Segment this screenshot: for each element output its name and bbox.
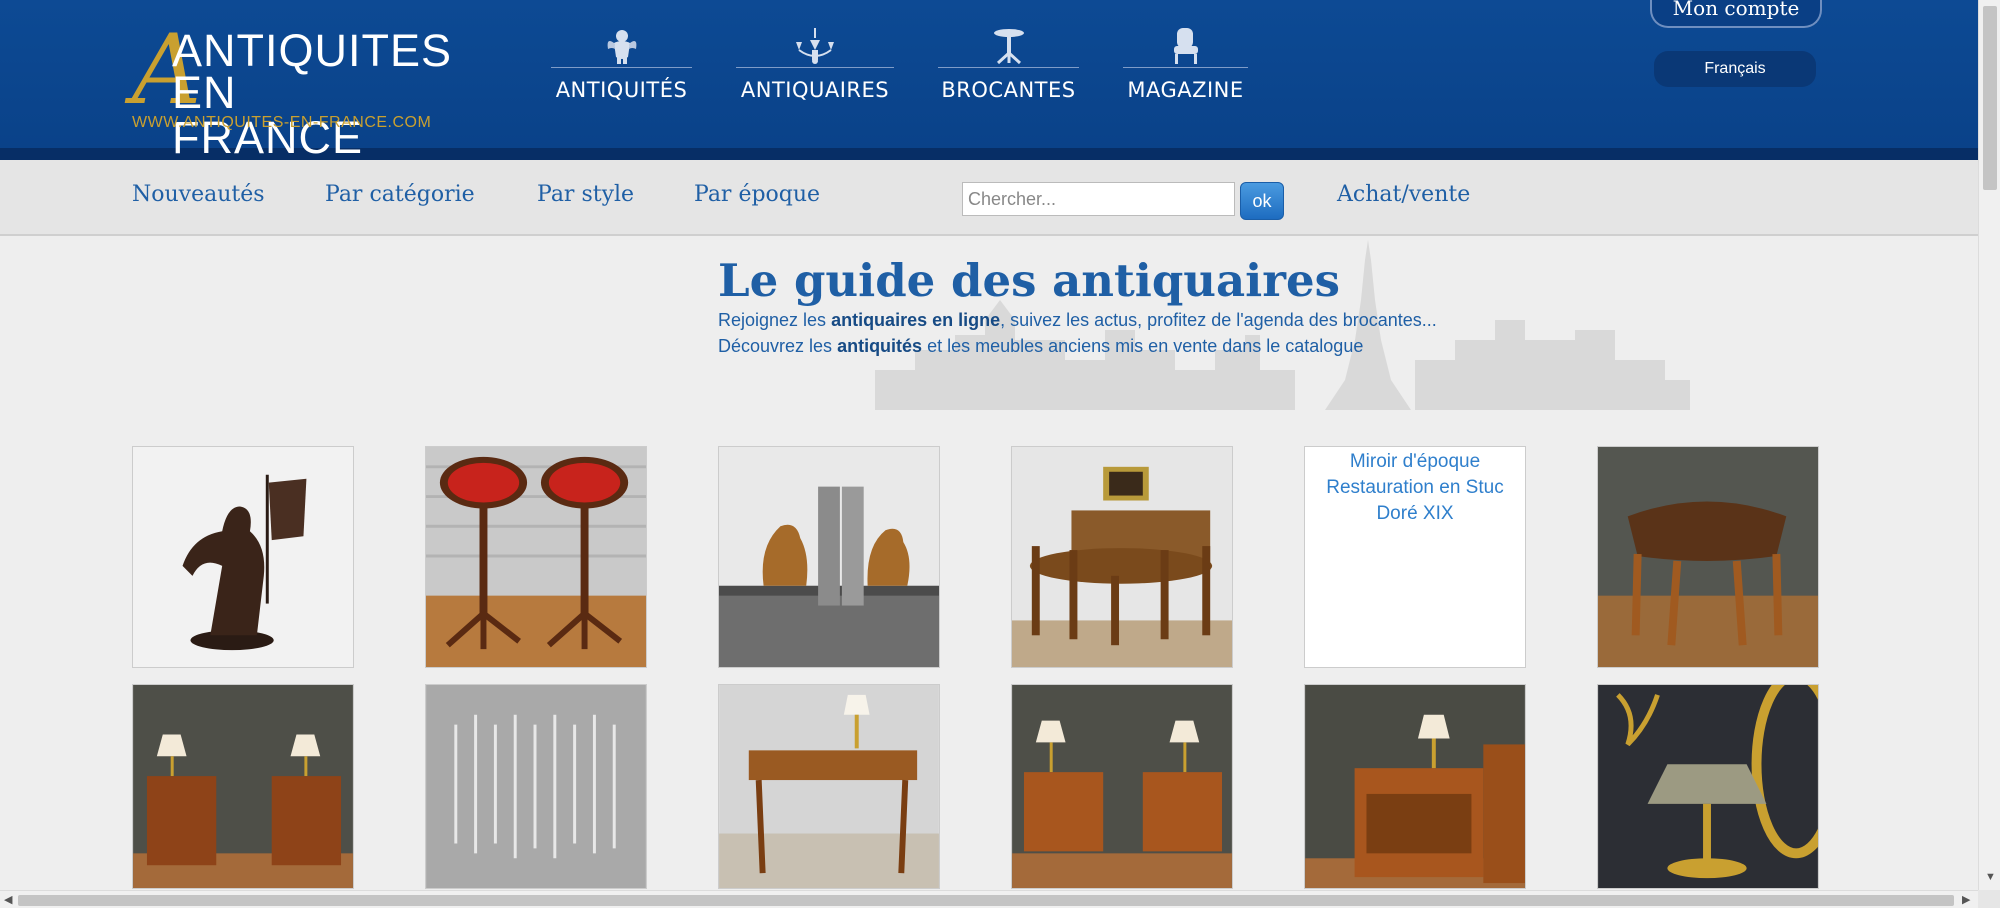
subnav-achat-vente[interactable]: Achat/vente	[1337, 182, 1470, 207]
nav-magazine-label: MAGAZINE	[1127, 78, 1244, 102]
catalog-item-crystal-flutes[interactable]	[425, 684, 647, 889]
catalog-item-nightstands[interactable]	[1011, 684, 1233, 889]
catalog-item-marquetry-cabinet[interactable]	[1304, 684, 1526, 889]
catalog-item-writing-desk[interactable]	[718, 684, 940, 889]
gueridon-table-icon	[992, 27, 1026, 65]
nav-antiquaires-label: ANTIQUAIRES	[740, 78, 890, 102]
subnav-nouveautes[interactable]: Nouveautés	[132, 182, 265, 207]
antiquites-link[interactable]: antiquités	[837, 336, 922, 356]
subnav-par-style[interactable]: Par style	[537, 182, 634, 207]
account-button[interactable]: Mon compte	[1650, 0, 1822, 28]
hero-line-1-pre: Rejoignez les	[718, 310, 832, 330]
bird-bookends-image	[719, 447, 939, 667]
armchair-icon	[1171, 26, 1201, 66]
scroll-left-arrow-icon[interactable]: ◀	[4, 893, 12, 906]
nav-brocantes-label: BROCANTES	[941, 78, 1076, 102]
nightstands-image	[1012, 685, 1232, 888]
site-logo[interactable]: A ANTIQUITES EN FRANCE WWW.ANTIQUITES-EN…	[132, 22, 451, 160]
catalog-item-bronze-statue[interactable]	[132, 446, 354, 668]
catalog-item-leather-stool[interactable]	[1597, 446, 1819, 668]
bronze-statue-image	[133, 447, 353, 667]
bouillotte-lamp-image	[1598, 685, 1818, 888]
dining-set-image	[1012, 447, 1232, 667]
catalog-item-pedestal-tables[interactable]	[425, 446, 647, 668]
catalog-item-miroir-restauration[interactable]: Miroir d'époque Restauration en Stuc Dor…	[1304, 446, 1526, 668]
crystal-flutes-image	[426, 685, 646, 888]
cherub-icon	[605, 27, 639, 65]
logo-url: WWW.ANTIQUITES-EN-FRANCE.COM	[132, 114, 432, 131]
nav-antiquites-label: ANTIQUITÉS	[555, 78, 688, 102]
vertical-scrollbar-thumb[interactable]	[1983, 6, 1997, 190]
scroll-down-arrow-icon[interactable]: ▼	[1985, 871, 1996, 883]
chandelier-icon	[792, 27, 838, 64]
search-button[interactable]: ok	[1240, 182, 1284, 220]
scroll-right-arrow-icon[interactable]: ▶	[1962, 893, 1970, 906]
catalog-item-bedside-tables[interactable]	[132, 684, 354, 889]
page-title: Le guide des antiquaires	[718, 254, 1340, 307]
nav-antiquites[interactable]: ANTIQUITÉS	[551, 24, 692, 104]
broken-image-alt-text: Miroir d'époque Restauration en Stuc Dor…	[1326, 451, 1504, 524]
subnav-par-categorie[interactable]: Par catégorie	[325, 182, 475, 207]
catalog-item-bouillotte-lamp[interactable]	[1597, 684, 1819, 889]
horizontal-scrollbar-thumb[interactable]	[18, 895, 1954, 906]
bedside-tables-image	[133, 685, 353, 888]
writing-desk-image	[719, 685, 939, 888]
account-label: Mon compte	[1672, 0, 1800, 20]
hero-intro-line-1: Rejoignez les antiquaires en ligne, suiv…	[718, 310, 1437, 331]
subnav-par-epoque[interactable]: Par époque	[694, 182, 820, 207]
scrollbar-corner	[1978, 890, 2000, 908]
hero-line-2-post: et les meubles anciens mis en vente dans…	[922, 336, 1364, 356]
nav-magazine[interactable]: MAGAZINE	[1123, 24, 1248, 104]
language-selector[interactable]: Français	[1654, 51, 1816, 87]
leather-stool-image	[1598, 447, 1818, 667]
nav-antiquaires[interactable]: ANTIQUAIRES	[736, 24, 894, 104]
nav-brocantes[interactable]: BROCANTES	[938, 24, 1079, 104]
hero-intro-line-2: Découvrez les antiquités et les meubles …	[718, 336, 1363, 357]
search-input[interactable]	[962, 182, 1235, 216]
catalog-item-dining-set[interactable]	[1011, 446, 1233, 668]
antiquaires-en-ligne-link[interactable]: antiquaires en ligne	[831, 310, 1000, 330]
catalog-item-bird-bookends[interactable]	[718, 446, 940, 668]
horizontal-scrollbar[interactable]: ◀ ▶	[0, 890, 1978, 908]
secondary-nav: Nouveautés Par catégorie Par style Par é…	[0, 160, 1978, 236]
pedestal-tables-image	[426, 447, 646, 667]
hero-line-1-post: , suivez les actus, profitez de l'agenda…	[1000, 310, 1437, 330]
vertical-scrollbar[interactable]: ▼	[1978, 0, 2000, 890]
hero-line-2-pre: Découvrez les	[718, 336, 838, 356]
marquetry-cabinet-image	[1305, 685, 1525, 888]
